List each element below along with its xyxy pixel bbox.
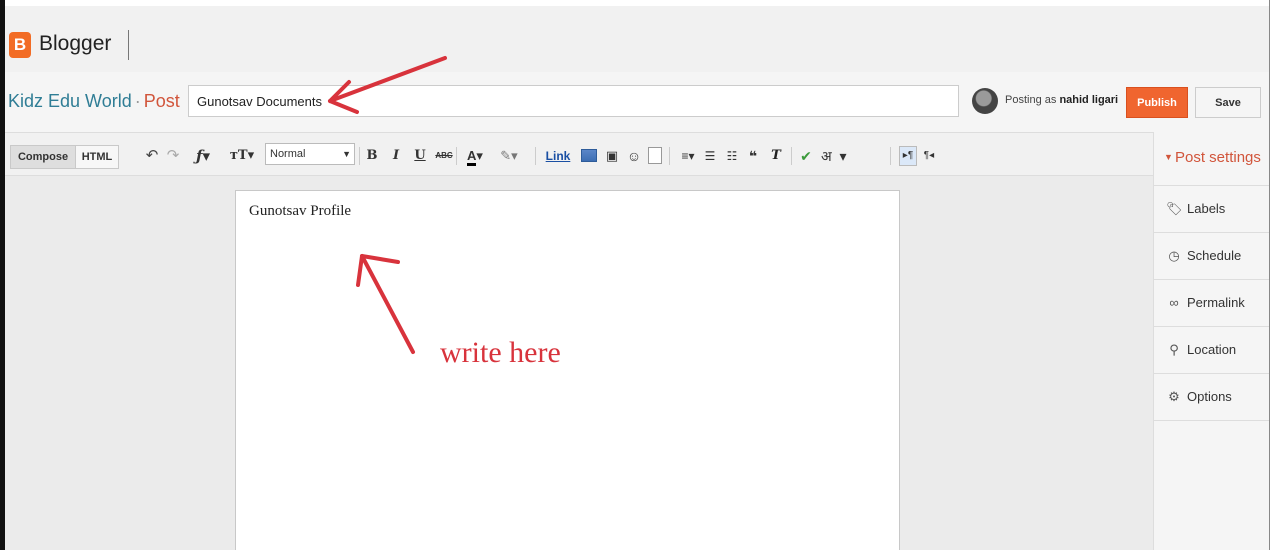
collapse-triangle-icon: ▼ [1164, 152, 1173, 162]
sidebar-item-labels[interactable]: 🏷 Labels [1154, 186, 1270, 233]
breadcrumb-separator: · [134, 91, 141, 111]
quote-icon[interactable]: ❝ [745, 145, 761, 167]
jump-break-icon[interactable] [648, 147, 662, 164]
sidebar-item-label: Schedule [1187, 248, 1242, 263]
tag-icon: 🏷 [1166, 201, 1183, 216]
toolbar-divider [669, 147, 670, 165]
sidebar-item-label: Options [1187, 389, 1232, 404]
format-value: Normal [270, 148, 306, 160]
post-title-input[interactable] [188, 85, 959, 117]
clock-icon: ◷ [1168, 248, 1180, 263]
avatar[interactable] [972, 88, 998, 114]
brand-name[interactable]: Blogger [39, 32, 111, 56]
font-size-icon[interactable]: тT▾ [225, 145, 259, 167]
blog-name-link[interactable]: Kidz Edu World [8, 91, 132, 111]
spellcheck-icon[interactable]: ✔ [798, 145, 814, 167]
redo-icon[interactable]: ↷ [165, 145, 181, 167]
publish-button[interactable]: Publish [1126, 87, 1188, 118]
blogger-logo-icon[interactable]: B [9, 32, 31, 58]
html-mode-button[interactable]: HTML [75, 145, 119, 169]
undo-icon[interactable]: ↶ [144, 145, 160, 167]
rtl-icon[interactable]: ¶◂ [921, 145, 937, 167]
toolbar-divider [359, 147, 360, 165]
toolbar-divider [535, 147, 536, 165]
ltr-icon[interactable]: ▸¶ [899, 146, 917, 166]
gear-icon: ⚙ [1168, 389, 1180, 404]
posting-as-text: Posting as nahid ligari [1005, 94, 1118, 106]
post-settings-label: Post settings [1175, 149, 1261, 166]
posting-as-prefix: Posting as [1005, 94, 1057, 106]
sidebar-item-schedule[interactable]: ◷ Schedule [1154, 233, 1270, 280]
italic-icon[interactable]: I [389, 145, 403, 167]
toolbar-divider [791, 147, 792, 165]
video-icon[interactable]: ▣ [604, 145, 620, 167]
bullet-list-icon[interactable]: ☷ [723, 145, 741, 167]
sidebar-item-permalink[interactable]: ∞ Permalink [1154, 280, 1270, 327]
app-header: B Blogger [5, 6, 1269, 72]
bold-icon[interactable]: B [365, 145, 379, 167]
underline-icon[interactable]: U [413, 145, 427, 167]
annotation-write-here: write here [440, 336, 561, 369]
toolbar-divider [456, 147, 457, 165]
strikethrough-icon[interactable]: ABC [435, 145, 453, 167]
sidebar-item-label: Labels [1187, 201, 1226, 216]
window-right-edge [1269, 0, 1278, 550]
breadcrumb: Kidz Edu World · Post [8, 91, 180, 112]
clear-format-icon[interactable]: T [767, 145, 785, 167]
post-settings-header[interactable]: ▼ Post settings [1154, 132, 1270, 186]
input-language-icon[interactable]: अ ▾ [821, 145, 861, 167]
sidebar-item-label: Location [1187, 342, 1237, 357]
post-body-text[interactable]: Gunotsav Profile [249, 203, 351, 220]
link-button[interactable]: Link [543, 145, 573, 167]
compose-mode-button[interactable]: Compose [10, 145, 76, 169]
numbered-list-icon[interactable]: ☰ [701, 145, 719, 167]
paragraph-format-select[interactable]: Normal ▼ [265, 143, 355, 165]
chevron-down-icon: ▼ [342, 149, 351, 159]
highlight-color-icon[interactable]: ✎▾ [495, 145, 523, 167]
posting-user-name[interactable]: nahid ligari [1059, 94, 1118, 106]
toolbar-divider [890, 147, 891, 165]
header-divider [128, 30, 129, 60]
align-icon[interactable]: ≡▾ [675, 145, 701, 167]
link-icon: ∞ [1169, 295, 1179, 310]
post-settings-sidebar: ▼ Post settings 🏷 Labels ◷ Schedule ∞ Pe… [1153, 132, 1270, 550]
breadcrumb-post: Post [143, 91, 180, 111]
post-title-bar: Kidz Edu World·Post Posting as nahid lig… [5, 72, 1269, 132]
sidebar-item-label: Permalink [1187, 295, 1245, 310]
text-color-icon[interactable]: A▾ [461, 145, 489, 167]
editor-toolbar: Compose HTML ↶ ↷ ƒ▾ тT▾ Normal ▼ B I U AB… [5, 132, 1153, 176]
image-icon[interactable] [581, 149, 597, 162]
sidebar-item-location[interactable]: ⚲ Location [1154, 327, 1270, 374]
pin-icon: ⚲ [1169, 342, 1179, 357]
post-body-editor[interactable]: Gunotsav Profile [235, 190, 900, 550]
editor-area: Gunotsav Profile [5, 176, 1153, 550]
font-family-icon[interactable]: ƒ▾ [190, 145, 216, 167]
emoji-icon[interactable]: ☺ [626, 145, 642, 167]
sidebar-item-options[interactable]: ⚙ Options [1154, 374, 1270, 421]
save-button[interactable]: Save [1195, 87, 1261, 118]
